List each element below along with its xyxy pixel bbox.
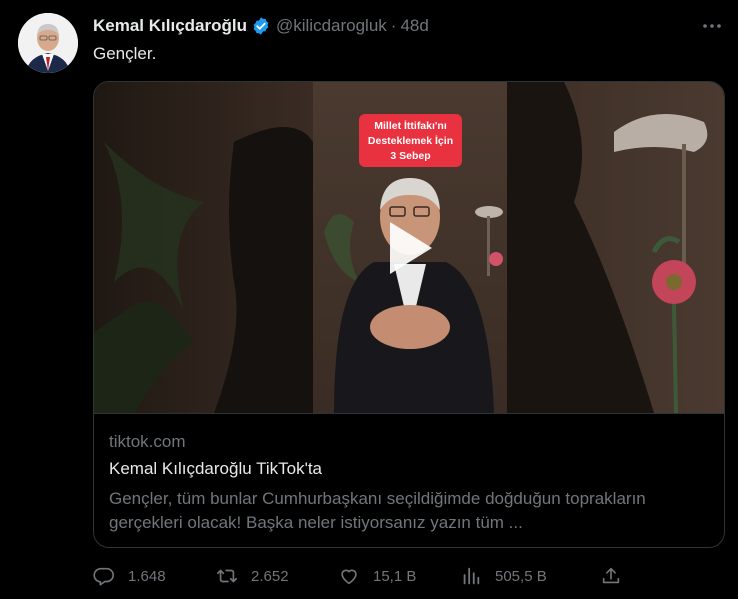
- author-handle[interactable]: @kilicdarogluk: [276, 16, 387, 36]
- separator-dot: ·: [390, 16, 397, 35]
- card-title: Kemal Kılıçdaroğlu TikTok'ta: [109, 459, 323, 478]
- share-button[interactable]: [600, 565, 622, 587]
- reply-button[interactable]: 1.648: [93, 565, 166, 587]
- card-description: Gençler, tüm bunlar Cumhurbaşkanı seçild…: [109, 489, 646, 532]
- reply-count: 1.648: [128, 567, 166, 585]
- author-name[interactable]: Kemal Kılıçdaroğlu: [93, 16, 247, 36]
- reply-icon: [93, 567, 114, 586]
- video-thumbnail[interactable]: Millet İttifakı'nı Desteklemek İçin 3 Se…: [94, 82, 724, 413]
- card-info[interactable]: tiktok.com Kemal Kılıçdaroğlu TikTok'ta …: [94, 413, 724, 547]
- views-button[interactable]: 505,5 B: [460, 565, 547, 587]
- link-card[interactable]: Millet İttifakı'nı Desteklemek İçin 3 Se…: [93, 81, 725, 548]
- views-count: 505,5 B: [495, 567, 547, 585]
- tweet-header: Kemal Kılıçdaroğlu @kilicdarogluk · 48d: [93, 14, 429, 38]
- avatar[interactable]: [18, 13, 78, 73]
- tweet-text: Gençler.: [93, 44, 157, 63]
- more-icon[interactable]: [700, 14, 724, 38]
- share-icon: [602, 567, 620, 584]
- like-icon: [341, 569, 357, 585]
- like-button[interactable]: 15,1 B: [338, 565, 416, 587]
- tweet-actions: 1.648 2.652 15,1 B 505,5 B: [93, 565, 633, 589]
- overlay-line-2: Desteklemek İçin: [368, 134, 453, 147]
- retweet-button[interactable]: 2.652: [216, 565, 289, 587]
- card-domain: tiktok.com: [109, 432, 186, 451]
- like-count: 15,1 B: [373, 567, 417, 585]
- overlay-line-3: 3 Sebep: [390, 150, 430, 162]
- tweet-timestamp[interactable]: 48d: [400, 16, 428, 36]
- verified-badge-icon: [251, 16, 271, 36]
- avatar-image: [18, 13, 78, 73]
- retweet-count: 2.652: [251, 567, 289, 585]
- overlay-line-1: Millet İttifakı'nı: [374, 119, 447, 132]
- views-icon: [463, 567, 480, 585]
- retweet-icon: [217, 569, 237, 583]
